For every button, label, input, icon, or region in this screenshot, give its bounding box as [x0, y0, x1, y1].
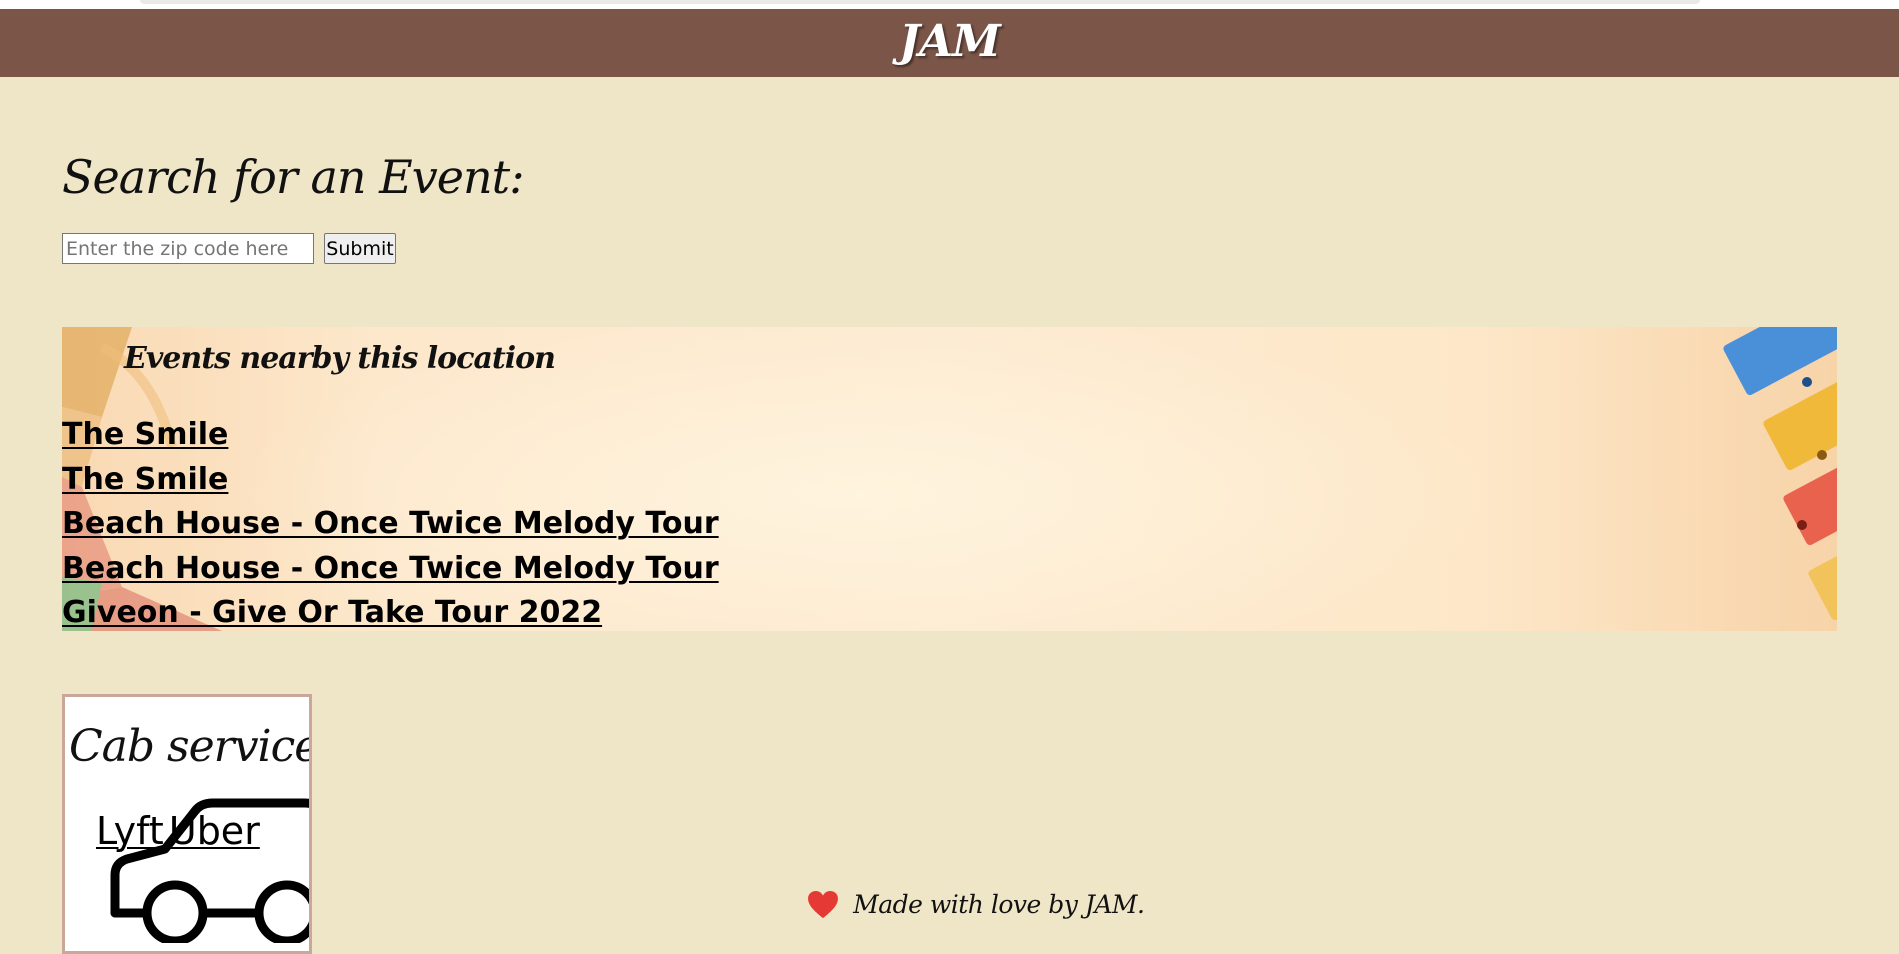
site-footer: Made with love by JAM. — [808, 887, 1145, 927]
search-title: Search for an Event: — [62, 150, 525, 204]
event-link[interactable]: The Smile — [62, 462, 228, 497]
event-link[interactable]: The Smile — [62, 417, 228, 452]
event-link[interactable]: Giveon - Give Or Take Tour 2022 — [62, 595, 602, 630]
list-item: Giveon - Give Or Take Tour 2022 — [62, 591, 719, 631]
list-item: Beach House - Once Twice Melody Tour — [62, 502, 719, 547]
site-logo[interactable]: JAM — [899, 15, 1001, 69]
cab-services-card: Cab services: Lyft Uber — [62, 694, 312, 954]
cab-services-title: Cab services: — [69, 721, 309, 772]
browser-top-shade — [140, 0, 1700, 4]
lyft-link[interactable]: Lyft — [96, 809, 164, 853]
event-list: The Smile The Smile Beach House - Once T… — [62, 413, 719, 631]
site-header: JAM — [0, 9, 1899, 77]
list-item: The Smile — [62, 413, 719, 458]
footer-text: Made with love by JAM. — [853, 890, 1145, 919]
cab-links: Lyft Uber — [96, 809, 260, 853]
zip-code-input[interactable] — [62, 233, 314, 264]
list-item: The Smile — [62, 458, 719, 503]
event-link[interactable]: Beach House - Once Twice Melody Tour — [62, 506, 719, 541]
browser-top-strip — [0, 0, 1899, 9]
heart-icon — [808, 891, 838, 919]
uber-link[interactable]: Uber — [169, 809, 260, 853]
events-title: Events nearby this location — [124, 341, 556, 376]
events-panel: Events nearby this location The Smile Th… — [62, 327, 1837, 631]
event-link[interactable]: Beach House - Once Twice Melody Tour — [62, 551, 719, 586]
list-item: Beach House - Once Twice Melody Tour — [62, 547, 719, 592]
submit-button[interactable]: Submit — [324, 233, 396, 264]
